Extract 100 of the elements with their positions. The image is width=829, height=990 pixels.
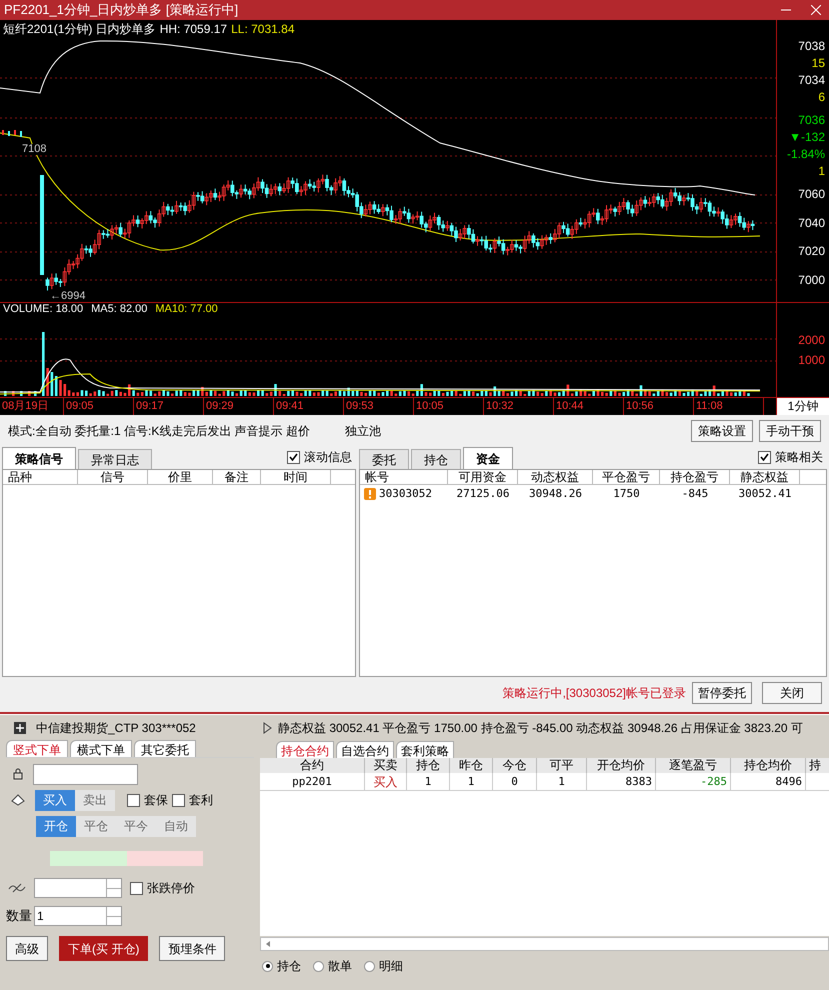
direction-toggle[interactable]: 卖出 [75, 790, 115, 810]
toolbar-button[interactable]: 策略设置 [691, 420, 753, 442]
highest-value: HH: 7059.17 [160, 21, 228, 38]
offset-toggle[interactable]: 自动 [156, 816, 196, 836]
table-cell: 1 [407, 773, 450, 790]
ma10-value: MA10: 77.00 [155, 303, 218, 316]
column-header: 今仓 [493, 758, 537, 773]
quote-value: -1.84% [786, 146, 825, 163]
order-button[interactable]: 高级 [6, 936, 48, 961]
checkbox[interactable] [758, 450, 771, 464]
status-button[interactable]: 关闭 [762, 682, 822, 704]
offset-toggle[interactable]: 平今 [116, 816, 156, 836]
offset-toggle[interactable]: 平仓 [76, 816, 116, 836]
tab[interactable]: 资金 [463, 447, 513, 469]
contract-field[interactable] [33, 764, 138, 784]
checkbox-label: 张跌停价 [147, 880, 195, 897]
table-cell: 1 [450, 773, 493, 790]
column-header: 可用资金 [448, 470, 518, 484]
column-header: 持仓盈亏 [660, 470, 730, 484]
period-label: 1分钟 [777, 398, 829, 415]
column-header: 信号 [78, 470, 148, 484]
tab[interactable]: 自选合约 [336, 741, 394, 758]
radio-button[interactable] [364, 960, 375, 972]
offset-toggle[interactable]: 开仓 [36, 816, 76, 836]
tab[interactable]: 套利策略 [396, 741, 454, 758]
table-cell: pp2201 [260, 773, 365, 790]
volume-axis-label: 2000 [798, 334, 825, 346]
table-cell: 8383 [587, 773, 656, 790]
window-title: PF2201_1分钟_日内炒单多 [策略运行中] [4, 1, 240, 20]
expand-icon[interactable] [14, 722, 26, 734]
tab[interactable]: 横式下单 [70, 740, 132, 757]
table-cell: 0 [493, 773, 537, 790]
toolbar-button[interactable]: 手动干预 [759, 420, 821, 442]
price-axis-label: 7060 [798, 188, 825, 200]
chart-symbol: 短纤2201(1分钟) 日内炒单多 [3, 21, 156, 38]
table-cell: -285 [656, 773, 731, 790]
column-header: 动态权益 [518, 470, 593, 484]
tab[interactable]: 持仓合约 [276, 741, 334, 758]
column-header: 平仓盈亏 [593, 470, 660, 484]
radio-label: 持仓 [277, 958, 301, 975]
column-header: 持仓均价 [731, 758, 806, 773]
quote-value: 7034 [798, 72, 825, 89]
low-price-marker: ←6994 [50, 291, 86, 302]
column-header: 开仓均价 [587, 758, 656, 773]
column-header: 帐号 [360, 470, 448, 484]
tab[interactable]: 其它委托 [134, 740, 196, 757]
radio-button[interactable] [262, 960, 273, 972]
checkbox[interactable] [287, 450, 300, 464]
column-header: 持 [806, 758, 829, 773]
order-button[interactable]: 预埋条件 [159, 936, 226, 961]
checkbox-label: 策略相关 [775, 449, 823, 466]
order-button[interactable]: 下单(买 开仓) [59, 936, 148, 961]
column-header: 买卖 [365, 758, 407, 773]
status-button[interactable]: 暂停委托 [692, 682, 752, 704]
quote-value: 1 [818, 163, 825, 180]
radio-button[interactable] [313, 960, 324, 972]
tab[interactable]: 委托 [359, 449, 409, 469]
column-header: 可平 [537, 758, 587, 773]
tab[interactable]: 持仓 [411, 449, 461, 469]
checkbox-label: 套保 [144, 792, 168, 809]
table-cell: 1 [537, 773, 587, 790]
lowest-value: LL: 7031.84 [231, 21, 294, 38]
quantity-field[interactable]: 1 [34, 906, 122, 926]
tab[interactable]: 异常日志 [78, 449, 152, 469]
table-cell: 8496 [731, 773, 806, 790]
lock-icon [13, 768, 23, 780]
quote-value: 7038 [798, 38, 825, 55]
price-axis-label: 7040 [798, 216, 825, 229]
tab[interactable]: 策略信号 [2, 447, 76, 469]
table-cell: 30948.26 [529, 486, 582, 500]
quote-value: 7036 [798, 112, 825, 129]
volume-axis-label: 1000 [798, 354, 825, 366]
quote-value: 6 [818, 89, 825, 106]
column-header: 合约 [260, 758, 365, 773]
close-icon[interactable] [811, 5, 821, 15]
pool-label: 独立池 [345, 423, 382, 440]
quote-value: 15 [812, 55, 825, 72]
ma5-value: MA5: 82.00 [91, 303, 148, 316]
checkbox[interactable] [172, 794, 185, 806]
radio-label: 明细 [379, 958, 403, 975]
price-axis-label: 7020 [798, 245, 825, 258]
column-header: 静态权益 [730, 470, 800, 484]
table-cell: 买入 [365, 773, 407, 790]
quantity-label: 数量 [6, 907, 32, 926]
high-price-marker: 7108 [22, 144, 46, 155]
checkbox[interactable] [130, 882, 143, 894]
tab[interactable]: 竖式下单 [6, 740, 68, 757]
warning-icon [364, 488, 376, 500]
quote-value: ▼-132 [789, 129, 825, 146]
column-header: 备注 [213, 470, 261, 484]
strategy-info: 模式:全自动 委托量:1 信号:K线走完后发出 声音提示 超价 [8, 423, 312, 440]
checkbox-label: 套利 [189, 792, 213, 809]
checkbox[interactable] [127, 794, 140, 806]
table-cell: -845 [682, 486, 708, 500]
table-cell: 30052.41 [738, 486, 792, 500]
price-field[interactable] [34, 878, 122, 898]
radio-label: 散单 [328, 958, 352, 975]
play-icon[interactable] [263, 722, 272, 734]
direction-toggle[interactable]: 买入 [35, 790, 75, 810]
column-header: 逐笔盈亏 [656, 758, 731, 773]
